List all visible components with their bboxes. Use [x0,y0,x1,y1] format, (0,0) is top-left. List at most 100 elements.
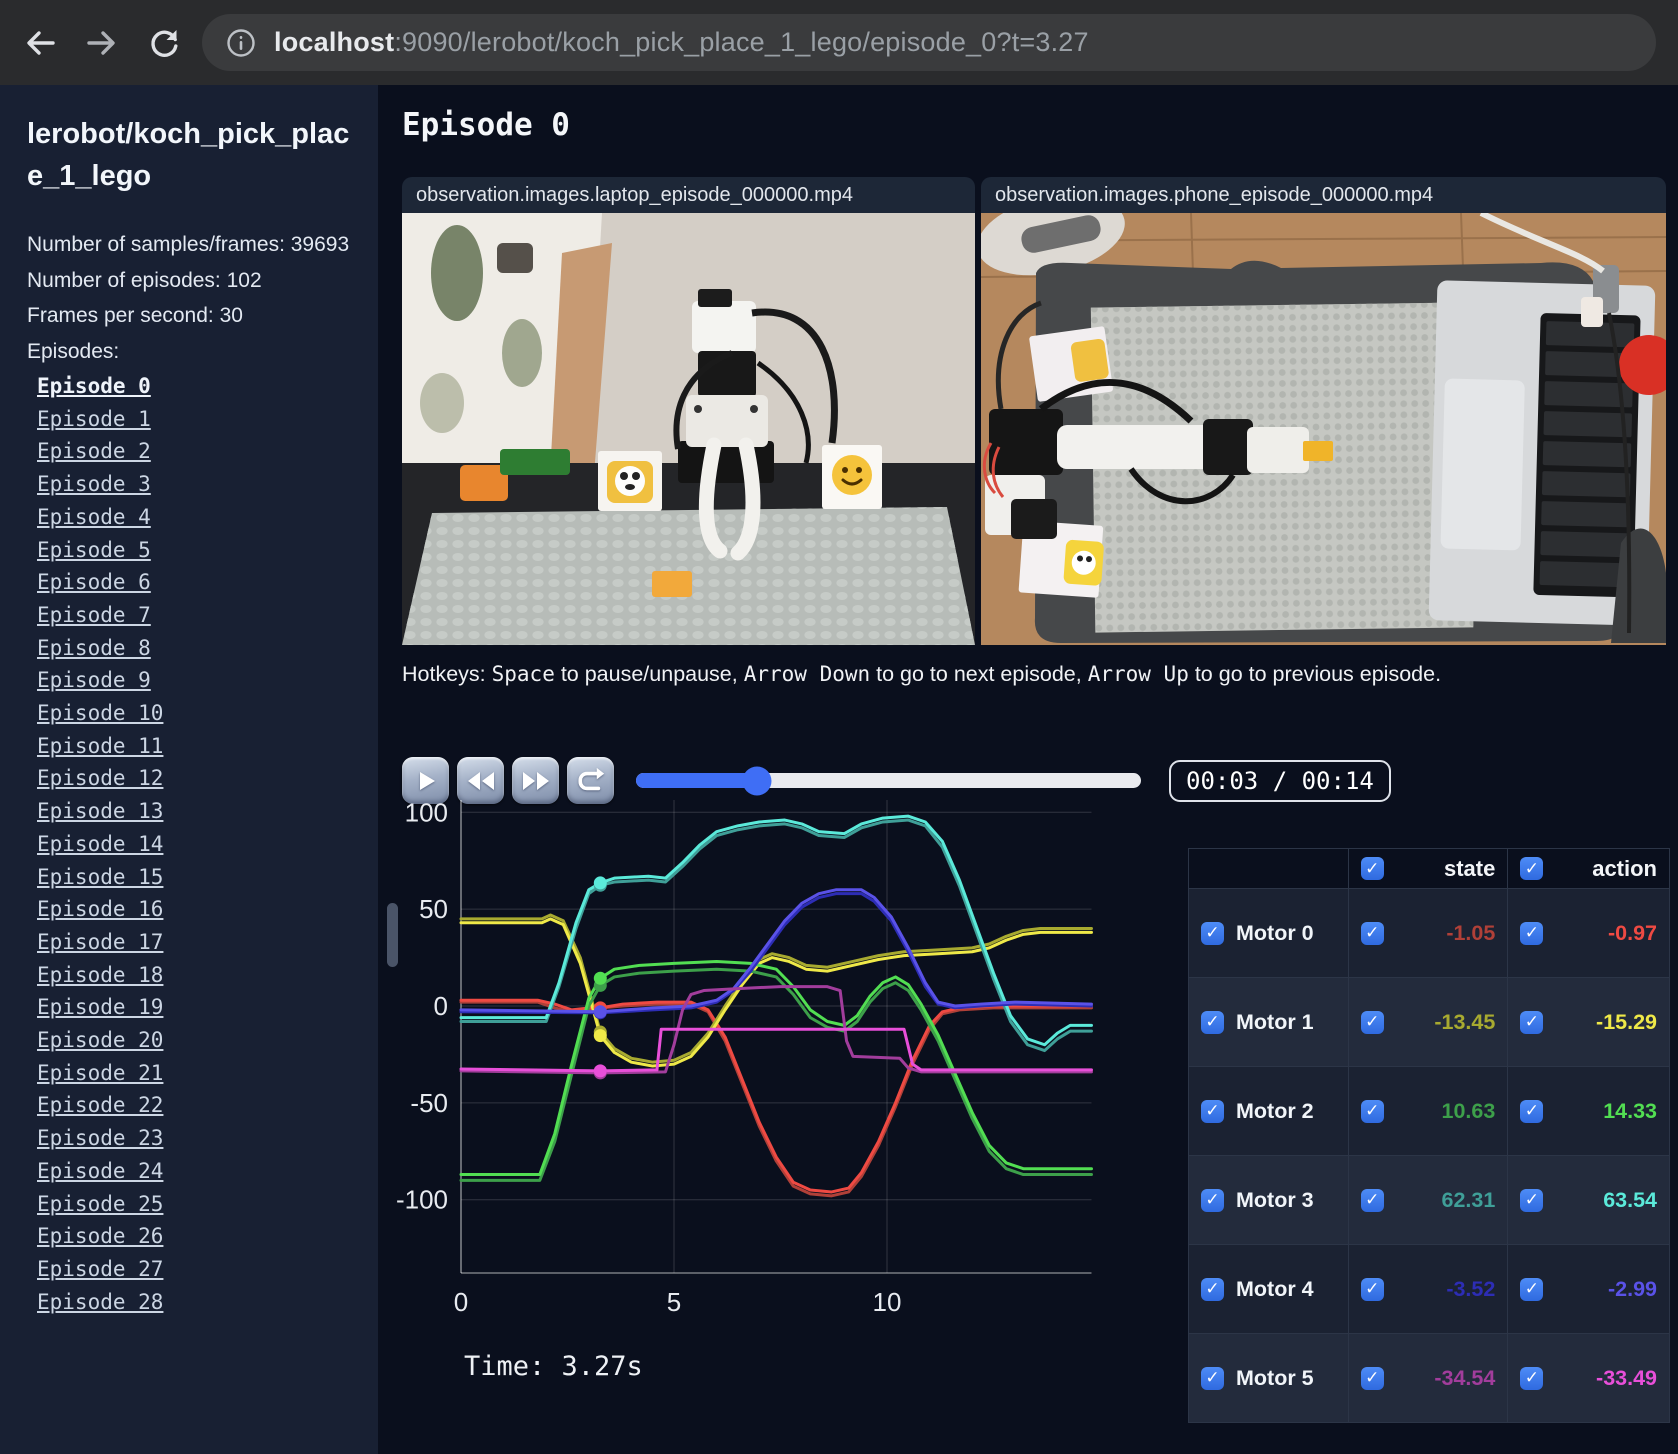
action-value: 14.33 [1603,1098,1657,1123]
motor-label: Motor 2 [1236,1098,1314,1123]
action-value: -0.97 [1607,920,1657,945]
table-header-empty [1188,848,1349,889]
state-value: -13.45 [1434,1009,1496,1034]
motor-label: Motor 1 [1236,1009,1314,1034]
episode-link[interactable]: Episode 15 [27,861,358,894]
motor-row-checkbox[interactable]: ✓ [1201,1010,1224,1034]
table-row: ✓ Motor 2 ✓ 10.63 ✓ 14.33 [1188,1066,1670,1156]
episode-link[interactable]: Episode 5 [27,534,358,567]
state-column-checkbox[interactable]: ✓ [1360,857,1384,880]
back-icon[interactable] [18,21,62,65]
state-value-checkbox[interactable]: ✓ [1360,921,1384,945]
dataset-title: lerobot/koch_pick_place_1_lego [27,118,350,192]
motor-table: ✓ state ✓ action ✓ Motor 0 ✓ -1.05 ✓ -0.97 ✓ Moto… [1188,848,1670,1423]
main-content: Episode 0 observation.images.laptop_epis… [378,85,1678,1454]
table-header-action: ✓ action [1507,848,1670,889]
episode-link[interactable]: Episode 10 [27,697,358,730]
svg-text:50: 50 [419,894,448,924]
episode-link[interactable]: Episode 23 [27,1122,358,1155]
episode-link[interactable]: Episode 9 [27,664,358,697]
motor-label: Motor 0 [1236,920,1314,945]
motor-label: Motor 5 [1236,1365,1314,1390]
svg-text:0: 0 [454,1287,468,1317]
state-value-checkbox[interactable]: ✓ [1360,1010,1384,1034]
video-block-laptop: observation.images.laptop_episode_000000… [402,177,975,645]
state-value-checkbox[interactable]: ✓ [1360,1277,1384,1301]
state-value: 10.63 [1441,1098,1496,1123]
motor-row-checkbox[interactable]: ✓ [1201,1277,1224,1301]
action-value: 63.54 [1603,1187,1657,1212]
episode-link[interactable]: Episode 0 [27,370,358,403]
video-block-phone: observation.images.phone_episode_000000.… [981,177,1666,645]
episode-link[interactable]: Episode 1 [27,403,358,436]
action-value-checkbox[interactable]: ✓ [1520,1188,1544,1212]
episode-link[interactable]: Episode 11 [27,730,358,763]
episode-link[interactable]: Episode 18 [27,959,358,992]
episode-link[interactable]: Episode 24 [27,1155,358,1188]
motor-row-checkbox[interactable]: ✓ [1201,1366,1224,1390]
table-row: ✓ Motor 3 ✓ 62.31 ✓ 63.54 [1188,1155,1670,1245]
svg-text:100: 100 [405,797,448,827]
table-row: ✓ Motor 5 ✓ -34.54 ✓ -33.49 [1188,1333,1670,1423]
action-value-checkbox[interactable]: ✓ [1520,1099,1544,1123]
motor-row-checkbox[interactable]: ✓ [1201,1099,1224,1123]
motor-row-checkbox[interactable]: ✓ [1201,1188,1224,1212]
episode-link[interactable]: Episode 3 [27,468,358,501]
episode-link[interactable]: Episode 28 [27,1286,358,1319]
motor-table-body: ✓ Motor 0 ✓ -1.05 ✓ -0.97 ✓ Motor 1 ✓ -13.45 ✓ -15.… [1188,888,1670,1423]
episode-link[interactable]: Episode 14 [27,828,358,861]
episode-link[interactable]: Episode 22 [27,1089,358,1122]
episode-link[interactable]: Episode 25 [27,1188,358,1221]
episode-link[interactable]: Episode 19 [27,991,358,1024]
video-panels: observation.images.laptop_episode_000000… [402,177,1666,645]
table-row: ✓ Motor 1 ✓ -13.45 ✓ -15.29 [1188,977,1670,1067]
url-text: localhost:9090/lerobot/koch_pick_place_1… [274,27,1089,57]
reload-icon[interactable] [142,21,186,65]
dataset-stats: Number of samples/frames: 39693 Number of… [27,227,358,369]
hotkeys-text: Hotkeys: Space to pause/unpause, Arrow D… [402,662,1442,686]
page-title: Episode 0 [402,107,570,143]
episode-link[interactable]: Episode 12 [27,762,358,795]
motor-row-checkbox[interactable]: ✓ [1201,921,1224,945]
episode-link[interactable]: Episode 21 [27,1057,358,1090]
site-info-icon[interactable] [222,24,260,62]
state-value-checkbox[interactable]: ✓ [1360,1099,1384,1123]
episode-link[interactable]: Episode 6 [27,566,358,599]
action-value-checkbox[interactable]: ✓ [1520,921,1544,945]
episode-link[interactable]: Episode 8 [27,632,358,665]
episode-list: Episode 0 Episode 1 Episode 2 Episode 3 Epis… [27,370,358,1318]
url-bar[interactable]: localhost:9090/lerobot/koch_pick_place_1… [202,14,1656,71]
episode-link[interactable]: Episode 2 [27,435,358,468]
action-value-checkbox[interactable]: ✓ [1520,1277,1544,1301]
action-column-checkbox[interactable]: ✓ [1520,857,1544,880]
state-value: -34.54 [1434,1365,1496,1390]
chart-time-label: Time: 3.27s [464,1351,643,1382]
episode-link[interactable]: Episode 27 [27,1253,358,1286]
episode-link[interactable]: Episode 17 [27,926,358,959]
state-value-checkbox[interactable]: ✓ [1360,1188,1384,1212]
state-value-checkbox[interactable]: ✓ [1360,1366,1384,1390]
action-value-checkbox[interactable]: ✓ [1520,1366,1544,1390]
episode-link[interactable]: Episode 7 [27,599,358,632]
action-value-checkbox[interactable]: ✓ [1520,1010,1544,1034]
laptop-video-frame[interactable] [402,213,975,645]
action-value: -33.49 [1596,1365,1657,1390]
table-header-state: ✓ state [1347,848,1509,889]
svg-text:-50: -50 [410,1088,448,1118]
episode-link[interactable]: Episode 13 [27,795,358,828]
table-row: ✓ Motor 0 ✓ -1.05 ✓ -0.97 [1188,888,1670,978]
episode-link[interactable]: Episode 20 [27,1024,358,1057]
chart-svg: 100 50 0 -50 -100 0 5 10 Time: 3.27s [396,797,1093,1382]
action-header-label: action [1592,855,1657,881]
sidebar: lerobot/koch_pick_place_1_lego Number of… [0,85,378,1454]
episode-link[interactable]: Episode 16 [27,893,358,926]
episode-link[interactable]: Episode 26 [27,1220,358,1253]
forward-icon[interactable] [80,21,124,65]
svg-text:0: 0 [434,991,448,1021]
svg-text:5: 5 [667,1287,681,1317]
episode-link[interactable]: Episode 4 [27,501,358,534]
svg-text:-100: -100 [396,1185,448,1215]
time-display: 00:03 / 00:14 [1169,759,1391,802]
phone-video-frame[interactable] [981,213,1666,645]
stat-line: Frames per second: 30 [27,304,243,327]
